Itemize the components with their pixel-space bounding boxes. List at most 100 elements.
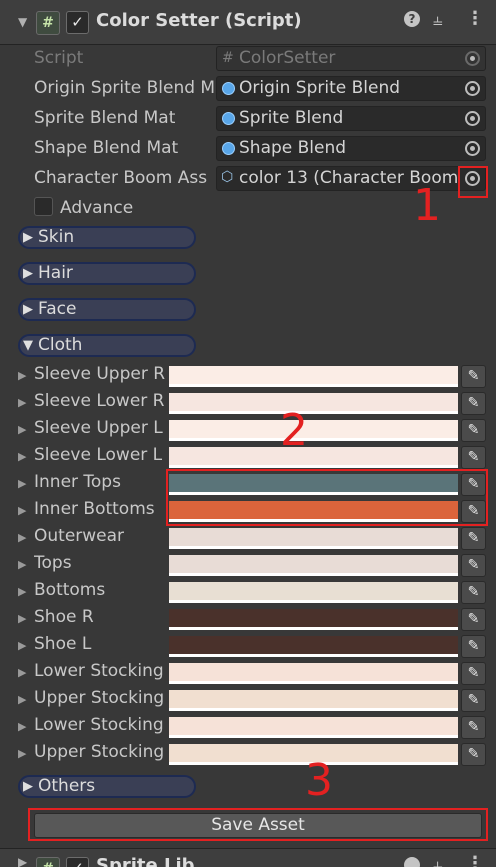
script-hash-icon: # — [36, 857, 60, 867]
advance-label: Advance — [60, 198, 134, 218]
eyedropper-icon[interactable]: ✎ — [461, 689, 486, 712]
foldout-face-label: Face — [38, 299, 77, 319]
color-swatch[interactable] — [169, 582, 458, 603]
color-label: Lower Stocking — [34, 661, 164, 681]
color-label: Sleeve Lower R — [34, 391, 165, 411]
row-expand-arrow-icon[interactable]: ▶ — [18, 693, 26, 706]
eyedropper-icon[interactable]: ✎ — [461, 392, 486, 415]
eyedropper-icon[interactable]: ✎ — [461, 608, 486, 631]
collapse-triangle-icon[interactable]: ▶ — [18, 855, 27, 867]
color-label: Tops — [34, 553, 72, 573]
foldout-face[interactable]: ▶ Face — [18, 298, 196, 321]
foldout-skin-label: Skin — [38, 227, 75, 247]
color-swatch[interactable] — [169, 609, 458, 630]
annotation-box-1 — [458, 166, 488, 198]
color-swatch[interactable] — [169, 366, 458, 387]
row-expand-arrow-icon[interactable]: ▶ — [18, 369, 26, 382]
row-expand-arrow-icon[interactable]: ▶ — [18, 639, 26, 652]
next-component-title: Sprite Lib — [96, 855, 195, 867]
color-label: Inner Bottoms — [34, 499, 155, 519]
eyedropper-icon[interactable]: ✎ — [461, 554, 486, 577]
enabled-checkbox[interactable]: ✓ — [66, 857, 89, 867]
help-icon[interactable]: ? — [404, 11, 420, 27]
annotation-number-1: 1 — [413, 180, 441, 231]
eyedropper-icon[interactable]: ✎ — [461, 716, 486, 739]
color-swatch[interactable] — [169, 690, 458, 711]
foldout-cloth[interactable]: ▼ Cloth — [18, 334, 196, 357]
eyedropper-icon[interactable]: ✎ — [461, 365, 486, 388]
field-label-script: Script — [34, 48, 84, 68]
row-expand-arrow-icon[interactable]: ▶ — [18, 423, 26, 436]
triangle-right-icon: ▶ — [23, 266, 33, 281]
field-label-origin-sprite-blend: Origin Sprite Blend M — [34, 78, 214, 98]
object-picker-icon[interactable] — [465, 81, 480, 96]
eyedropper-icon[interactable]: ✎ — [461, 662, 486, 685]
color-swatch[interactable] — [169, 393, 458, 414]
color-label: Outerwear — [34, 526, 125, 546]
component-title: Color Setter (Script) — [96, 10, 302, 31]
object-picker-icon — [465, 51, 480, 66]
object-picker-icon[interactable] — [465, 111, 480, 126]
color-label: Shoe L — [34, 634, 92, 654]
color-label: Upper Stocking — [34, 742, 165, 762]
annotation-number-2: 2 — [280, 405, 308, 456]
eyedropper-icon[interactable]: ✎ — [461, 446, 486, 469]
foldout-skin[interactable]: ▶ Skin — [18, 226, 196, 249]
foldout-hair[interactable]: ▶ Hair — [18, 262, 196, 285]
row-expand-arrow-icon[interactable]: ▶ — [18, 531, 26, 544]
color-label: Shoe R — [34, 607, 94, 627]
color-swatch[interactable] — [169, 717, 458, 738]
script-field: # ColorSetter — [216, 46, 486, 71]
annotation-box-3 — [28, 808, 488, 841]
field-label-shape-blend-mat: Shape Blend Mat — [34, 138, 179, 158]
eyedropper-icon[interactable]: ✎ — [461, 743, 486, 766]
shape-blend-mat-field[interactable]: Shape Blend — [216, 136, 486, 161]
presets-icon[interactable]: ⫨ — [433, 10, 443, 30]
foldout-others-label: Others — [38, 776, 96, 796]
color-swatch[interactable] — [169, 636, 458, 657]
shape-blend-mat-value: Shape Blend — [239, 138, 347, 158]
row-expand-arrow-icon[interactable]: ▶ — [18, 720, 26, 733]
row-expand-arrow-icon[interactable]: ▶ — [18, 396, 26, 409]
color-swatch[interactable] — [169, 663, 458, 684]
enabled-checkbox[interactable]: ✓ — [66, 11, 89, 34]
foldout-hair-label: Hair — [38, 263, 73, 283]
material-icon — [222, 142, 235, 155]
character-boom-asset-field[interactable]: ⬡ color 13 (Character Boom — [216, 166, 486, 191]
row-expand-arrow-icon[interactable]: ▶ — [18, 558, 26, 571]
row-expand-arrow-icon[interactable]: ▶ — [18, 450, 26, 463]
sprite-blend-mat-field[interactable]: Sprite Blend — [216, 106, 486, 131]
foldout-cloth-label: Cloth — [38, 335, 83, 355]
color-swatch[interactable] — [169, 420, 458, 441]
more-options-icon[interactable]: ⋮ — [466, 853, 484, 867]
eyedropper-icon[interactable]: ✎ — [461, 419, 486, 442]
sprite-blend-mat-value: Sprite Blend — [239, 108, 344, 128]
color-swatch[interactable] — [169, 555, 458, 576]
help-icon[interactable] — [404, 857, 420, 867]
row-expand-arrow-icon[interactable]: ▶ — [18, 666, 26, 679]
eyedropper-icon[interactable]: ✎ — [461, 635, 486, 658]
eyedropper-icon[interactable]: ✎ — [461, 581, 486, 604]
row-expand-arrow-icon[interactable]: ▶ — [18, 747, 26, 760]
eyedropper-icon[interactable]: ✎ — [461, 527, 486, 550]
row-expand-arrow-icon[interactable]: ▶ — [18, 504, 26, 517]
color-label: Inner Tops — [34, 472, 121, 492]
triangle-right-icon: ▶ — [23, 779, 33, 794]
more-options-icon[interactable]: ⋮ — [466, 8, 484, 29]
next-component-header[interactable]: ▶ # ✓ Sprite Lib ⫨ ⋮ — [0, 848, 496, 867]
color-swatch[interactable] — [169, 528, 458, 549]
origin-sprite-blend-field[interactable]: Origin Sprite Blend — [216, 76, 486, 101]
color-swatch[interactable] — [169, 447, 458, 468]
asset-cube-icon: ⬡ — [221, 169, 234, 185]
row-expand-arrow-icon[interactable]: ▶ — [18, 585, 26, 598]
advance-checkbox[interactable] — [34, 197, 53, 216]
foldout-others[interactable]: ▶ Others — [18, 775, 196, 798]
row-expand-arrow-icon[interactable]: ▶ — [18, 612, 26, 625]
triangle-right-icon: ▶ — [23, 302, 33, 317]
collapse-triangle-icon[interactable]: ▼ — [18, 15, 27, 29]
object-picker-icon[interactable] — [465, 141, 480, 156]
row-expand-arrow-icon[interactable]: ▶ — [18, 477, 26, 490]
presets-icon[interactable]: ⫨ — [433, 855, 443, 867]
material-icon — [222, 112, 235, 125]
script-value: ColorSetter — [239, 48, 336, 68]
